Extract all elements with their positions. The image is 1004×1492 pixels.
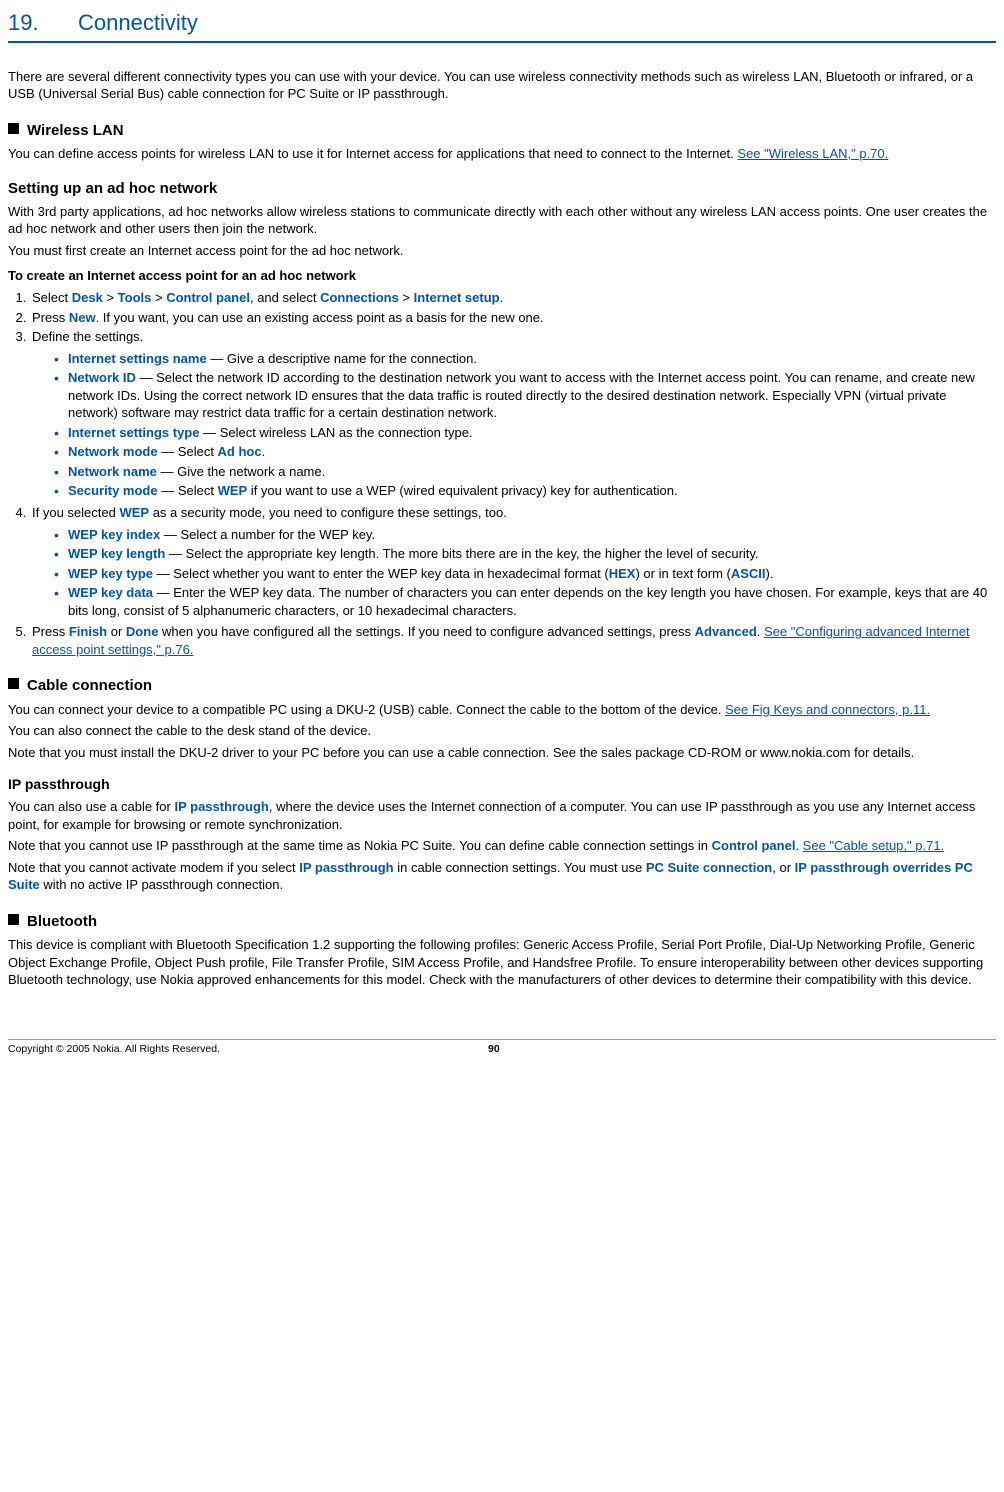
wlan-p1: You can define access points for wireles… (8, 145, 996, 163)
setting-value: HEX (609, 566, 636, 581)
ui-ip-passthrough: IP passthrough (174, 799, 268, 814)
subheading-adhoc: Setting up an ad hoc network (8, 179, 996, 199)
setting-label: Internet settings type (68, 425, 199, 440)
intro-paragraph: There are several different connectivity… (8, 68, 996, 103)
ui-finish: Finish (69, 624, 107, 639)
step-4: If you selected WEP as a security mode, … (30, 504, 996, 619)
ui-desk: Desk (72, 290, 103, 305)
setting-label: WEP key index (68, 527, 160, 542)
bluetooth-p1: This device is compliant with Bluetooth … (8, 936, 996, 989)
chapter-header: 19. Connectivity (8, 8, 996, 43)
adhoc-p1: With 3rd party applications, ad hoc netw… (8, 203, 996, 238)
chapter-title: Connectivity (78, 8, 996, 38)
setting-label: Network ID (68, 370, 136, 385)
list-item: WEP key type — Select whether you want t… (54, 565, 996, 583)
ui-new: New (69, 310, 96, 325)
heading-text: Wireless LAN (27, 122, 124, 139)
heading-text: Cable connection (27, 677, 152, 694)
list-item: Network mode — Select Ad hoc. (54, 443, 996, 461)
list-item: Network ID — Select the network ID accor… (54, 369, 996, 422)
setting-label: Network mode (68, 444, 158, 459)
list-item: Internet settings type — Select wireless… (54, 424, 996, 442)
settings-list-2: WEP key index — Select a number for the … (32, 526, 996, 620)
cable-p3: Note that you must install the DKU-2 dri… (8, 744, 996, 762)
ipp-p1: You can also use a cable for IP passthro… (8, 798, 996, 833)
ui-done: Done (126, 624, 159, 639)
ui-control-panel: Control panel (712, 838, 796, 853)
copyright-text: Copyright © 2005 Nokia. All Rights Reser… (8, 1042, 388, 1056)
chapter-number: 19. (8, 8, 78, 38)
list-item: Internet settings name — Give a descript… (54, 350, 996, 368)
setting-label: WEP key data (68, 585, 153, 600)
link-see-wlan[interactable]: See "Wireless LAN," p.70. (737, 146, 888, 161)
ui-control-panel: Control panel (166, 290, 250, 305)
procedure-title: To create an Internet access point for a… (8, 267, 996, 285)
setting-label: WEP key length (68, 546, 165, 561)
heading-text: Bluetooth (27, 913, 97, 930)
list-item: WEP key index — Select a number for the … (54, 526, 996, 544)
adhoc-steps: Select Desk > Tools > Control panel, and… (8, 289, 996, 658)
setting-value: Ad hoc (218, 444, 262, 459)
cable-p2: You can also connect the cable to the de… (8, 722, 996, 740)
page-number: 90 (488, 1042, 500, 1056)
adhoc-p2: You must first create an Internet access… (8, 242, 996, 260)
setting-label: Network name (68, 464, 157, 479)
step-3: Define the settings. Internet settings n… (30, 328, 996, 500)
setting-value: ASCII (731, 566, 766, 581)
list-item: WEP key data — Enter the WEP key data. T… (54, 584, 996, 619)
setting-label: WEP key type (68, 566, 153, 581)
step-1: Select Desk > Tools > Control panel, and… (30, 289, 996, 307)
cable-p1: You can connect your device to a compati… (8, 701, 996, 719)
setting-label: Security mode (68, 483, 158, 498)
setting-value: WEP (218, 483, 248, 498)
ipp-p3: Note that you cannot activate modem if y… (8, 859, 996, 894)
link-fig-keys[interactable]: See Fig Keys and connectors, p.11. (725, 702, 930, 717)
text: You can define access points for wireles… (8, 146, 734, 161)
subheading-ipp: IP passthrough (8, 775, 996, 794)
section-heading-bluetooth: Bluetooth (8, 912, 996, 932)
section-bullet-icon (8, 914, 19, 925)
section-heading-cable: Cable connection (8, 676, 996, 696)
ui-pc-suite-connection: PC Suite connection (646, 860, 772, 875)
ui-advanced: Advanced (695, 624, 757, 639)
list-item: WEP key length — Select the appropriate … (54, 545, 996, 563)
section-bullet-icon (8, 123, 19, 134)
settings-list-1: Internet settings name — Give a descript… (32, 350, 996, 500)
link-cable-setup[interactable]: See "Cable setup," p.71. (803, 838, 945, 853)
section-bullet-icon (8, 678, 19, 689)
ui-ip-passthrough: IP passthrough (299, 860, 393, 875)
list-item: Security mode — Select WEP if you want t… (54, 482, 996, 500)
section-heading-wlan: Wireless LAN (8, 121, 996, 141)
page-footer: Copyright © 2005 Nokia. All Rights Reser… (8, 1039, 996, 1056)
list-item: Network name — Give the network a name. (54, 463, 996, 481)
step-2: Press New. If you want, you can use an e… (30, 309, 996, 327)
step-5: Press Finish or Done when you have confi… (30, 623, 996, 658)
ui-connections: Connections (320, 290, 399, 305)
setting-label: Internet settings name (68, 351, 207, 366)
ui-tools: Tools (118, 290, 152, 305)
setting-value: WEP (119, 505, 149, 520)
ipp-p2: Note that you cannot use IP passthrough … (8, 837, 996, 855)
ui-internet-setup: Internet setup (414, 290, 500, 305)
